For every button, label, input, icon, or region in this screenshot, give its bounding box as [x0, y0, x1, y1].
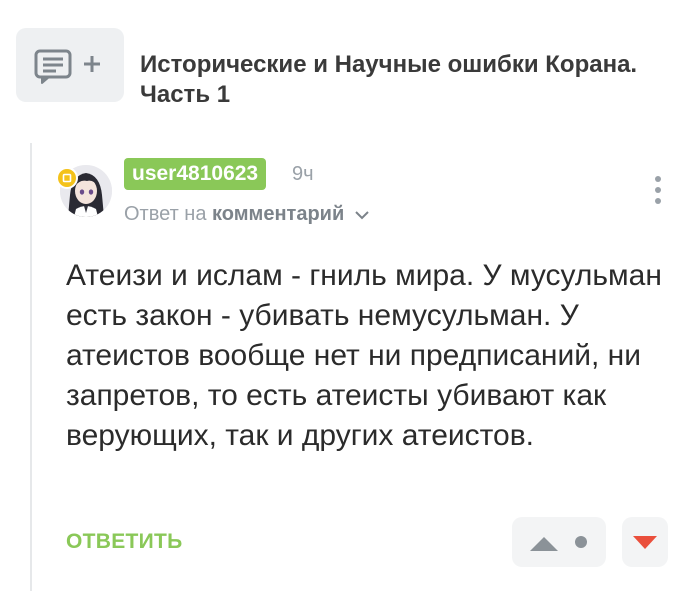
reply-button[interactable]: ОТВЕТИТЬ	[66, 530, 183, 554]
reply-to-link[interactable]: Ответ на комментарий	[124, 203, 370, 226]
comment-text: Атеизи и ислам - гниль мира. У мусульман…	[66, 259, 662, 452]
reply-to-prefix: Ответ на	[124, 203, 207, 225]
more-options-icon[interactable]	[648, 176, 668, 210]
username-badge[interactable]: user4810623	[124, 158, 267, 190]
post-title[interactable]: Исторические и Научные ошибки Корана. Ча…	[140, 50, 680, 110]
rating-dot-icon	[575, 536, 587, 548]
vote-group[interactable]	[512, 517, 606, 567]
avatar[interactable]	[56, 165, 112, 217]
chevron-down-icon	[355, 211, 369, 220]
badge-icon	[56, 167, 78, 189]
reply-to-target: комментарий	[212, 203, 345, 225]
comment-time: 9ч	[292, 163, 314, 185]
comment-add-icon	[34, 49, 100, 84]
thread-line[interactable]	[30, 143, 32, 591]
upvote-icon[interactable]	[526, 531, 562, 555]
post-header[interactable]: Исторические и Научные ошибки Корана. Ча…	[16, 28, 686, 108]
comment-add-button[interactable]	[16, 28, 124, 102]
downvote-button[interactable]	[622, 517, 668, 567]
downvote-icon	[633, 536, 657, 549]
